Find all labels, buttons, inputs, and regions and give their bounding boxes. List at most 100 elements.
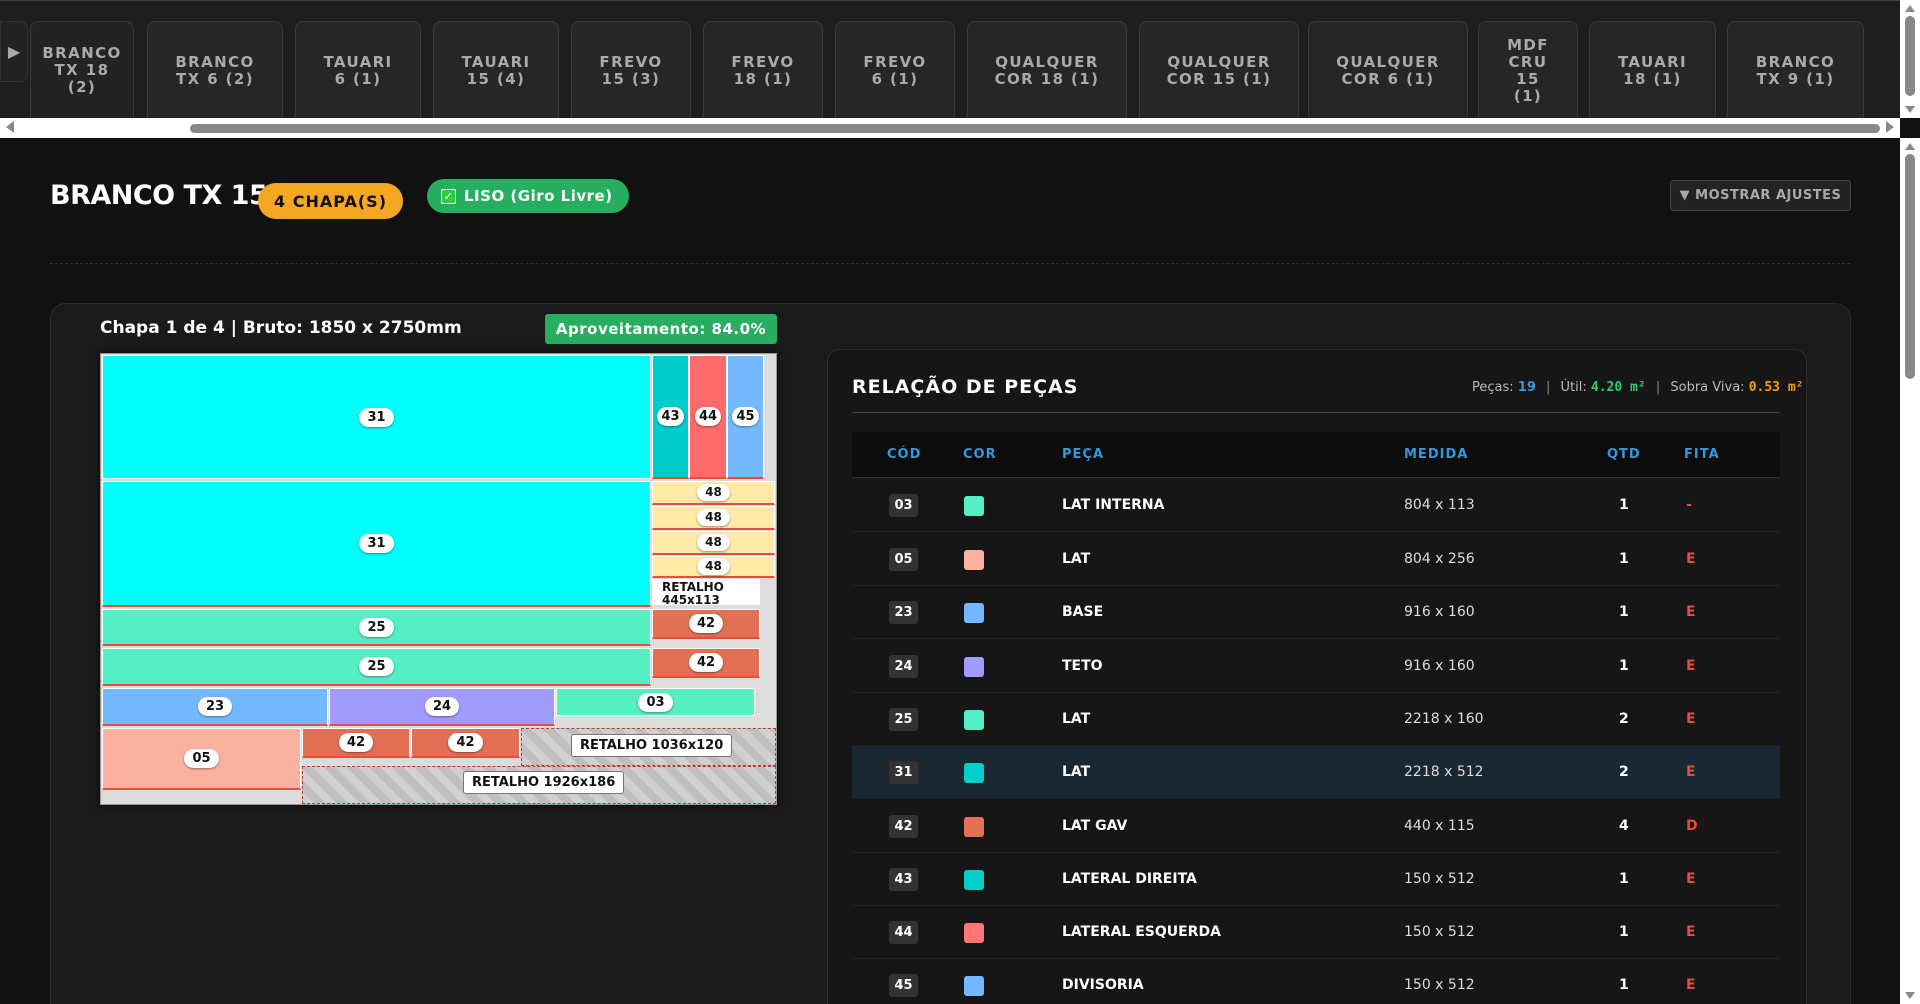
fita-value: E xyxy=(1686,551,1696,567)
qtd-value: 1 xyxy=(1619,497,1629,513)
pecas-label: Peças: xyxy=(1472,380,1514,395)
table-row[interactable]: 24 TETO 916 x 160 1 E xyxy=(852,640,1780,693)
table-row[interactable]: 44 LATERAL ESQUERDA 150 x 512 1 E xyxy=(852,906,1780,959)
scrollbar-thumb[interactable] xyxy=(190,124,1880,133)
qtd-value: 2 xyxy=(1619,764,1629,780)
pieces-title: RELAÇÃO DE PEÇAS xyxy=(852,376,1079,398)
qtd-value: 1 xyxy=(1619,924,1629,940)
peca-name: LATERAL ESQUERDA xyxy=(1062,924,1221,940)
piece-43[interactable]: 43 xyxy=(652,355,689,479)
peca-name: LAT GAV xyxy=(1062,818,1128,834)
medida-value: 916 x 160 xyxy=(1404,658,1475,674)
liso-label: LISO (Giro Livre) xyxy=(464,187,613,205)
scroll-up-arrow-icon[interactable] xyxy=(1905,5,1915,12)
scrollbar-thumb[interactable] xyxy=(1905,16,1915,96)
chapas-count-badge: 4 CHAPA(S) xyxy=(258,183,404,219)
page-title: BRANCO TX 15 xyxy=(50,180,268,211)
piece-label: 43 xyxy=(657,407,684,426)
table-row[interactable]: 43 LATERAL DIREITA 150 x 512 1 E xyxy=(852,853,1780,906)
scroll-right-arrow-icon[interactable] xyxy=(1886,121,1894,133)
tab-branco-tx-9[interactable]: BRANCO TX 9 (1) xyxy=(1727,21,1864,119)
column-header-qtd: QTD xyxy=(1607,447,1641,462)
tab-frevo-6[interactable]: FREVO 6 (1) xyxy=(835,21,955,119)
piece-label: 42 xyxy=(688,614,724,633)
tab-horizontal-scrollbar[interactable] xyxy=(0,118,1900,138)
color-swatch xyxy=(964,817,984,837)
color-swatch xyxy=(964,550,984,570)
tab-scroll-left-icon[interactable]: ▶ xyxy=(0,21,28,82)
tab-frevo-18[interactable]: FREVO 18 (1) xyxy=(703,21,823,119)
peca-name: LAT INTERNA xyxy=(1062,497,1165,513)
summary-separator: | xyxy=(1546,380,1551,395)
piece-25[interactable]: 25 xyxy=(102,609,651,646)
scroll-left-arrow-icon[interactable] xyxy=(6,121,14,133)
sobra-value: 0.53 m² xyxy=(1748,380,1804,395)
section-divider xyxy=(50,263,1850,264)
checkbox-checked-icon[interactable]: ✓ xyxy=(441,188,456,204)
liso-giro-livre-toggle[interactable]: ✓ LISO (Giro Livre) xyxy=(427,179,629,213)
fita-value: D xyxy=(1686,818,1698,834)
medida-value: 2218 x 160 xyxy=(1404,711,1484,727)
tab-branco-tx-18[interactable]: BRANCO TX 18 (2) xyxy=(30,21,134,119)
table-row[interactable]: 42 LAT GAV 440 x 115 4 D xyxy=(852,800,1780,853)
medida-value: 440 x 115 xyxy=(1404,818,1475,834)
table-row[interactable]: 05 LAT 804 x 256 1 E xyxy=(852,533,1780,586)
piece-42[interactable]: 42 xyxy=(411,728,520,758)
peca-name: LAT xyxy=(1062,764,1091,780)
piece-label: 42 xyxy=(338,733,374,752)
fita-value: E xyxy=(1686,604,1696,620)
table-row[interactable]: 03 LAT INTERNA 804 x 113 1 - xyxy=(852,479,1780,532)
scroll-up-arrow-icon[interactable] xyxy=(1905,143,1915,150)
table-row[interactable]: 23 BASE 916 x 160 1 E xyxy=(852,586,1780,639)
cod-chip: 05 xyxy=(889,548,918,571)
cod-chip: 43 xyxy=(889,868,918,891)
table-row-highlighted[interactable]: 31 LAT 2218 x 512 2 E xyxy=(852,746,1780,799)
tab-tauari-15[interactable]: TAUARI 15 (4) xyxy=(433,21,559,119)
tab-mdf-cru-15[interactable]: MDF CRU 15 (1) xyxy=(1478,21,1578,119)
mostrar-ajustes-button[interactable]: ▼ MOSTRAR AJUSTES xyxy=(1670,180,1851,211)
medida-value: 150 x 512 xyxy=(1404,924,1475,940)
tab-qualquer-cor-18[interactable]: QUALQUER COR 18 (1) xyxy=(967,21,1127,119)
piece-label: 48 xyxy=(697,534,730,551)
tab-tauari-6[interactable]: TAUARI 6 (1) xyxy=(295,21,421,119)
tab-branco-tx-6[interactable]: BRANCO TX 6 (2) xyxy=(147,21,283,119)
tab-qualquer-cor-15[interactable]: QUALQUER COR 15 (1) xyxy=(1139,21,1299,119)
scroll-down-arrow-icon[interactable] xyxy=(1905,992,1915,999)
piece-48[interactable]: 48 xyxy=(652,556,775,578)
piece-31[interactable]: 31 xyxy=(102,481,651,607)
qtd-value: 1 xyxy=(1619,977,1629,993)
color-swatch xyxy=(964,603,984,623)
piece-48[interactable]: 48 xyxy=(652,481,775,505)
column-header-cor: COR xyxy=(963,447,997,462)
tab-qualquer-cor-6[interactable]: QUALQUER COR 6 (1) xyxy=(1308,21,1468,119)
piece-03[interactable]: 03 xyxy=(556,688,755,716)
piece-42[interactable]: 42 xyxy=(652,648,760,678)
scroll-down-arrow-icon[interactable] xyxy=(1905,106,1915,113)
piece-label: 48 xyxy=(697,558,730,575)
summary-separator: | xyxy=(1655,380,1661,395)
piece-42[interactable]: 42 xyxy=(652,609,760,639)
cod-chip: 42 xyxy=(889,815,918,838)
table-row[interactable]: 25 LAT 2218 x 160 2 E xyxy=(852,693,1780,746)
piece-label: 48 xyxy=(697,509,730,526)
app-root: ▶ BRANCO TX 18 (2) BRANCO TX 6 (2) TAUAR… xyxy=(0,0,1920,1004)
piece-25[interactable]: 25 xyxy=(102,648,651,686)
piece-48[interactable]: 48 xyxy=(652,531,775,555)
piece-45[interactable]: 45 xyxy=(727,355,764,479)
cod-chip: 45 xyxy=(889,974,918,997)
piece-44[interactable]: 44 xyxy=(689,355,727,479)
scrollbar-thumb[interactable] xyxy=(1905,154,1915,379)
tab-frevo-15[interactable]: FREVO 15 (3) xyxy=(571,21,691,119)
piece-label: 05 xyxy=(184,749,219,768)
tabbar-vertical-scrollbar[interactable] xyxy=(1900,0,1920,118)
table-row[interactable]: 45 DIVISORIA 150 x 512 1 E xyxy=(852,959,1780,1004)
piece-05[interactable]: 05 xyxy=(102,728,301,790)
piece-24[interactable]: 24 xyxy=(329,688,555,726)
tab-tauari-18[interactable]: TAUARI 18 (1) xyxy=(1589,21,1716,119)
main-vertical-scrollbar[interactable] xyxy=(1900,138,1920,1004)
color-swatch xyxy=(964,976,984,996)
piece-31[interactable]: 31 xyxy=(102,355,651,479)
piece-42[interactable]: 42 xyxy=(302,728,410,758)
piece-23[interactable]: 23 xyxy=(102,688,328,726)
piece-48[interactable]: 48 xyxy=(652,506,775,530)
